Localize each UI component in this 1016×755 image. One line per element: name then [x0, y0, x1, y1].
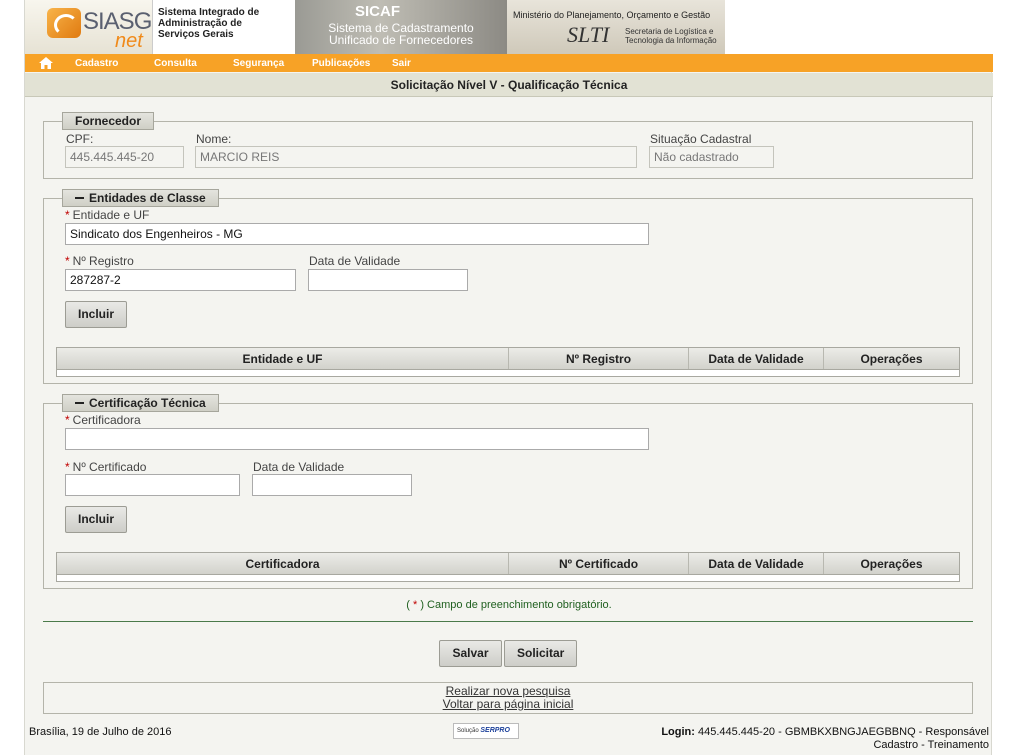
cert-validade-input[interactable] — [252, 474, 412, 496]
entidade-label: * Entidade e UF — [65, 208, 150, 222]
validade-input[interactable] — [308, 269, 468, 291]
fornecedor-section: Fornecedor CPF: 445.445.445-20 Nome: MAR… — [43, 112, 973, 179]
certificadora-label: * Certificadora — [65, 413, 141, 427]
certificado-label: * Nº Certificado — [65, 460, 147, 474]
col-validade[interactable]: Data de Validade — [689, 348, 824, 369]
system-name: Sistema Integrado de Administração de Se… — [158, 7, 260, 40]
main-menu: Cadastro Consulta Segurança Publicações … — [25, 54, 993, 72]
menu-publicacoes[interactable]: Publicações — [312, 58, 370, 69]
siasg-logo-icon — [47, 8, 81, 38]
incluir-certificacao-button[interactable]: Incluir — [65, 506, 127, 533]
col-cert-operacoes: Operações — [860, 557, 923, 571]
logo-suffix: net — [115, 30, 143, 52]
page: SIASG net Sistema Integrado de Administr… — [24, 0, 993, 755]
menu-seguranca[interactable]: Segurança — [233, 58, 284, 69]
footer-date: Brasília, 19 de Julho de 2016 — [29, 726, 172, 738]
slti-logo: SLTI — [567, 22, 610, 47]
fornecedor-legend: Fornecedor — [62, 112, 155, 130]
entidade-input[interactable]: Sindicato dos Engenheiros - MG — [65, 223, 649, 245]
solicitar-button[interactable]: Solicitar — [504, 640, 577, 667]
header-banner: SIASG net Sistema Integrado de Administr… — [25, 0, 993, 54]
ministry-banner: Ministério do Planejamento, Orçamento e … — [507, 0, 725, 54]
col-certificado[interactable]: Nº Certificado — [509, 553, 689, 574]
menu-consulta[interactable]: Consulta — [154, 58, 197, 69]
links-section: Realizar nova pesquisa Voltar para págin… — [43, 682, 973, 714]
validade-label: Data de Validade — [309, 254, 401, 268]
registro-label: * Nº Registro — [65, 254, 134, 268]
required-note: ( * ) Campo de preenchimento obrigatório… — [406, 599, 612, 611]
registro-input[interactable]: 287287-2 — [65, 269, 296, 291]
col-operacoes: Operações — [860, 352, 923, 366]
col-cert-validade[interactable]: Data de Validade — [689, 553, 824, 574]
situacao-field: Não cadastrado — [649, 146, 774, 168]
table-header: Certificadora Nº Certificado Data de Val… — [57, 553, 959, 575]
cpf-label: CPF: — [66, 132, 94, 146]
col-certificadora[interactable]: Certificadora — [57, 553, 509, 574]
nome-label: Nome: — [196, 132, 232, 146]
serpro-logo: Solução SERPRO — [453, 723, 519, 739]
divider — [43, 621, 973, 622]
siasg-logo: SIASG net — [25, 0, 153, 54]
ministry-name: Ministério do Planejamento, Orçamento e … — [513, 10, 711, 20]
collapse-icon — [75, 196, 84, 199]
certificacao-table: Certificadora Nº Certificado Data de Val… — [56, 552, 960, 582]
voltar-link[interactable]: Voltar para página inicial — [44, 698, 972, 711]
collapse-icon — [75, 401, 84, 404]
footer-login: Login: 445.445.445-20 - GBMBKXBNGJAEGBBN… — [661, 726, 989, 751]
slti-subtitle: Secretaria de Logística e Tecnologia da … — [625, 27, 717, 45]
certificadora-input[interactable] — [65, 428, 649, 450]
cert-validade-label: Data de Validade — [253, 460, 345, 474]
col-entidade[interactable]: Entidade e UF — [57, 348, 509, 369]
sicaf-subtitle: Sistema de Cadastramento Unificado de Fo… — [328, 21, 474, 47]
certificado-input[interactable] — [65, 474, 240, 496]
sicaf-banner: SICAF Sistema de Cadastramento Unificado… — [295, 0, 507, 54]
entidades-table: Entidade e UF Nº Registro Data de Valida… — [56, 347, 960, 377]
page-title: Solicitação Nível V - Qualificação Técni… — [25, 73, 993, 97]
banner-filler — [725, 0, 993, 54]
nome-field: MARCIO REIS — [195, 146, 637, 168]
entidades-section: Entidades de Classe * Entidade e UF Sindi… — [43, 189, 973, 384]
home-icon[interactable] — [39, 57, 53, 69]
certificacao-legend[interactable]: Certificação Técnica — [62, 394, 219, 412]
incluir-entidade-button[interactable]: Incluir — [65, 301, 127, 328]
situacao-label: Situação Cadastral — [650, 132, 752, 146]
footer: Brasília, 19 de Julho de 2016 Solução SE… — [25, 721, 993, 755]
sicaf-title: SICAF — [355, 3, 400, 20]
col-registro[interactable]: Nº Registro — [509, 348, 689, 369]
entidades-legend[interactable]: Entidades de Classe — [62, 189, 219, 207]
table-header: Entidade e UF Nº Registro Data de Valida… — [57, 348, 959, 370]
menu-cadastro[interactable]: Cadastro — [75, 58, 118, 69]
cpf-field: 445.445.445-20 — [65, 146, 184, 168]
salvar-button[interactable]: Salvar — [439, 640, 502, 667]
certificacao-section: Certificação Técnica * Certificadora * Nº … — [43, 394, 973, 589]
menu-sair[interactable]: Sair — [392, 58, 411, 69]
